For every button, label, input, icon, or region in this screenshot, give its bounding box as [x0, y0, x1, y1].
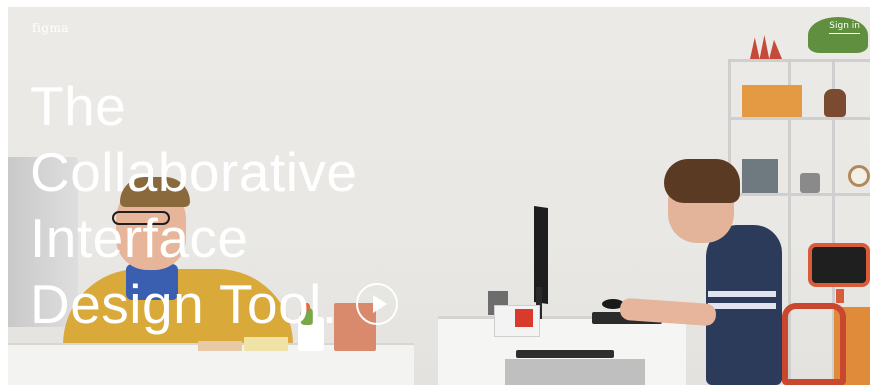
- wall-clock: [848, 165, 870, 187]
- headline-line-2: Collaborative: [30, 141, 358, 203]
- stacked-objects: [742, 159, 778, 193]
- desk-clock-face: [515, 309, 533, 327]
- headline-line-4-row: Design Tool.: [30, 271, 398, 337]
- desk-drawer: [505, 359, 645, 385]
- vase: [824, 89, 846, 117]
- figma-logo[interactable]: figma: [32, 21, 69, 35]
- retro-tv-stand: [836, 289, 844, 303]
- retro-tv: [808, 243, 870, 287]
- drawer-handle: [516, 350, 614, 358]
- hero-section: figma Sign in The Collaborative Interfac…: [8, 7, 870, 385]
- shelf-radio: [800, 173, 820, 193]
- sign-in-link[interactable]: Sign in: [829, 21, 860, 34]
- right-person-hair: [664, 159, 740, 203]
- play-video-button[interactable]: [355, 283, 398, 325]
- headline-line-4: Design Tool.: [30, 273, 338, 335]
- hero-headline: The Collaborative Interface Design Tool.: [30, 73, 398, 337]
- left-desk: [8, 345, 414, 385]
- shirt-stripe: [708, 291, 776, 297]
- shelf-board: [728, 117, 870, 120]
- shelf-board: [728, 193, 870, 196]
- play-icon: [372, 295, 387, 313]
- orange-box: [742, 85, 802, 117]
- red-chair: [782, 303, 846, 385]
- shirt-stripe: [708, 303, 776, 309]
- headline-line-1: The: [30, 75, 127, 137]
- shelf-sculpture: [750, 35, 782, 59]
- headline-line-3: Interface: [30, 207, 249, 269]
- shelf-board: [728, 59, 870, 62]
